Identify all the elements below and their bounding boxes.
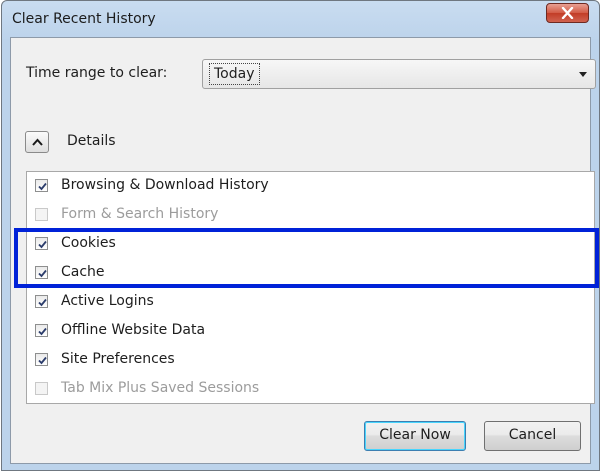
- window-title: Clear Recent History: [12, 11, 156, 27]
- checkmark-icon: [38, 298, 47, 307]
- checkbox-checked[interactable]: [35, 353, 48, 366]
- list-item-active-logins[interactable]: Active Logins: [27, 290, 594, 314]
- cancel-button[interactable]: Cancel: [484, 421, 581, 451]
- details-toggle-button[interactable]: [25, 131, 49, 153]
- close-icon: [561, 7, 574, 19]
- list-item-tab-mix-plus-saved-sessions: Tab Mix Plus Saved Sessions: [27, 377, 594, 401]
- checkbox-disabled: [35, 208, 48, 221]
- title-bar[interactable]: Clear Recent History: [2, 1, 599, 37]
- item-label: Offline Website Data: [61, 322, 206, 338]
- item-label: Site Preferences: [61, 351, 175, 367]
- item-label: Tab Mix Plus Saved Sessions: [61, 380, 260, 396]
- checkbox-checked[interactable]: [35, 295, 48, 308]
- list-item-form-search-history: Form & Search History: [27, 203, 594, 227]
- time-range-value: Today: [209, 63, 260, 85]
- highlight-box: [14, 228, 599, 288]
- list-item-offline-website-data[interactable]: Offline Website Data: [27, 319, 594, 343]
- checkbox-checked[interactable]: [35, 179, 48, 192]
- item-label: Browsing & Download History: [61, 177, 269, 193]
- clear-now-button[interactable]: Clear Now: [364, 421, 466, 451]
- checkmark-icon: [38, 327, 47, 336]
- checkmark-icon: [38, 182, 47, 191]
- checkbox-checked[interactable]: [35, 324, 48, 337]
- close-button[interactable]: [546, 3, 589, 23]
- chevron-up-icon: [32, 138, 43, 146]
- details-label: Details: [67, 133, 116, 149]
- dropdown-arrow-icon: [579, 72, 587, 77]
- time-range-select[interactable]: Today: [202, 59, 596, 89]
- checkbox-disabled: [35, 382, 48, 395]
- item-label: Form & Search History: [61, 206, 219, 222]
- item-label: Active Logins: [61, 293, 154, 309]
- checkmark-icon: [38, 356, 47, 365]
- list-item-browsing-download-history[interactable]: Browsing & Download History: [27, 174, 594, 198]
- list-item-site-preferences[interactable]: Site Preferences: [27, 348, 594, 372]
- time-range-label: Time range to clear:: [26, 65, 168, 81]
